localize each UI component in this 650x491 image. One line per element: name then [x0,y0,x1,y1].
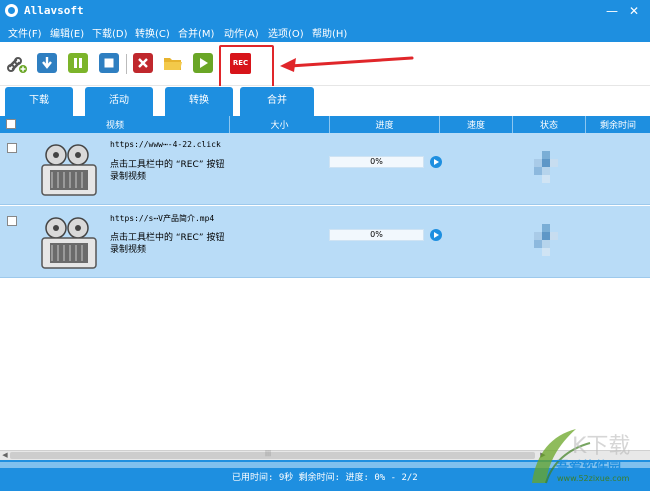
status-text: 已用时间: 9秒 剩余时间: 进度: 0% - 2/2 [232,473,418,483]
menu-download[interactable]: 下载(D) [92,25,128,40]
progress-bar: 0% [329,229,424,241]
status-mosaic-icon [534,151,558,183]
delete-icon[interactable] [132,52,154,74]
row-description-line: 录制视频 [110,245,147,255]
row-description-line: 点击工具栏中的 “REC” 按钮 [110,160,225,170]
column-remaining-time[interactable]: 剩余时间 [586,118,650,131]
row-description-line: 点击工具栏中的 “REC” 按钮 [110,233,225,243]
menu-action[interactable]: 动作(A) [224,25,259,40]
scroll-left-arrow[interactable]: ◀ [0,451,10,460]
open-folder-icon[interactable] [162,52,184,74]
menu-edit[interactable]: 编辑(E) [50,25,84,40]
pause-icon[interactable] [67,52,89,74]
play-icon[interactable] [430,156,442,168]
column-progress[interactable]: 进度 [330,118,439,131]
column-size[interactable]: 大小 [230,118,329,131]
table-row[interactable]: https://s⋯V产品简介.mp4 点击工具栏中的 “REC” 按钮 录制视… [0,206,650,278]
menu-convert[interactable]: 转换(C) [135,25,170,40]
scrollbar-grip: ||| [265,450,272,457]
scrollbar-thumb[interactable]: ||| [10,450,535,459]
menu-options[interactable]: 选项(O) [268,25,304,40]
title-bar: Allavsoft — ✕ [0,0,650,22]
row-description: 点击工具栏中的 “REC” 按钮 录制视频 [110,159,240,183]
download-icon[interactable] [36,52,58,74]
pointer-arrow [280,56,414,72]
column-speed[interactable]: 速度 [440,118,512,131]
tab-convert[interactable]: 转换 [165,87,233,116]
tab-download[interactable]: 下载 [5,87,73,116]
close-button[interactable]: ✕ [624,2,644,20]
progress-bar: 0% [329,156,424,168]
list-header: 视频 大小 进度 速度 状态 剩余时间 [0,116,650,133]
window-title: Allavsoft [24,4,84,17]
menu-bar: 文件(F) 编辑(E) 下载(D) 转换(C) 合并(M) 动作(A) 选项(O… [0,22,650,42]
tab-merge[interactable]: 合并 [240,87,314,116]
play-icon[interactable] [192,52,214,74]
video-thumbnail-icon [41,217,97,269]
watermark-name: 吾爱软件园 [556,460,622,475]
play-icon[interactable] [430,229,442,241]
row-url: https://s⋯V产品简介.mp4 [110,214,215,223]
row-description-line: 录制视频 [110,172,147,182]
stop-icon[interactable] [98,52,120,74]
table-row[interactable]: https://www⋯-4-22.click 点击工具栏中的 “REC” 按钮… [0,133,650,205]
column-status[interactable]: 状态 [513,118,585,131]
add-url-icon[interactable] [6,52,28,74]
rec-highlight-box [219,45,274,88]
allavsoft-window: Allavsoft — ✕ 文件(F) 编辑(E) 下载(D) 转换(C) 合并… [0,0,650,491]
row-url: https://www⋯-4-22.click [110,140,221,149]
video-thumbnail-icon [41,144,97,196]
tab-strip: 下载 活动 转换 合并 [0,86,650,116]
menu-help[interactable]: 帮助(H) [312,25,347,40]
column-video[interactable]: 视频 [100,118,130,131]
status-mosaic-icon [534,224,558,256]
menu-merge[interactable]: 合并(M) [178,25,214,40]
select-all-checkbox[interactable] [6,119,16,129]
watermark-site: www.52zixue.com [557,474,630,483]
row-checkbox[interactable] [7,143,17,153]
row-checkbox[interactable] [7,216,17,226]
minimize-button[interactable]: — [602,2,622,20]
row-description: 点击工具栏中的 “REC” 按钮 录制视频 [110,232,240,256]
toolbar-divider [126,54,127,74]
app-logo-icon [5,4,18,17]
menu-file[interactable]: 文件(F) [8,25,42,40]
tab-active[interactable]: 活动 [85,87,153,116]
